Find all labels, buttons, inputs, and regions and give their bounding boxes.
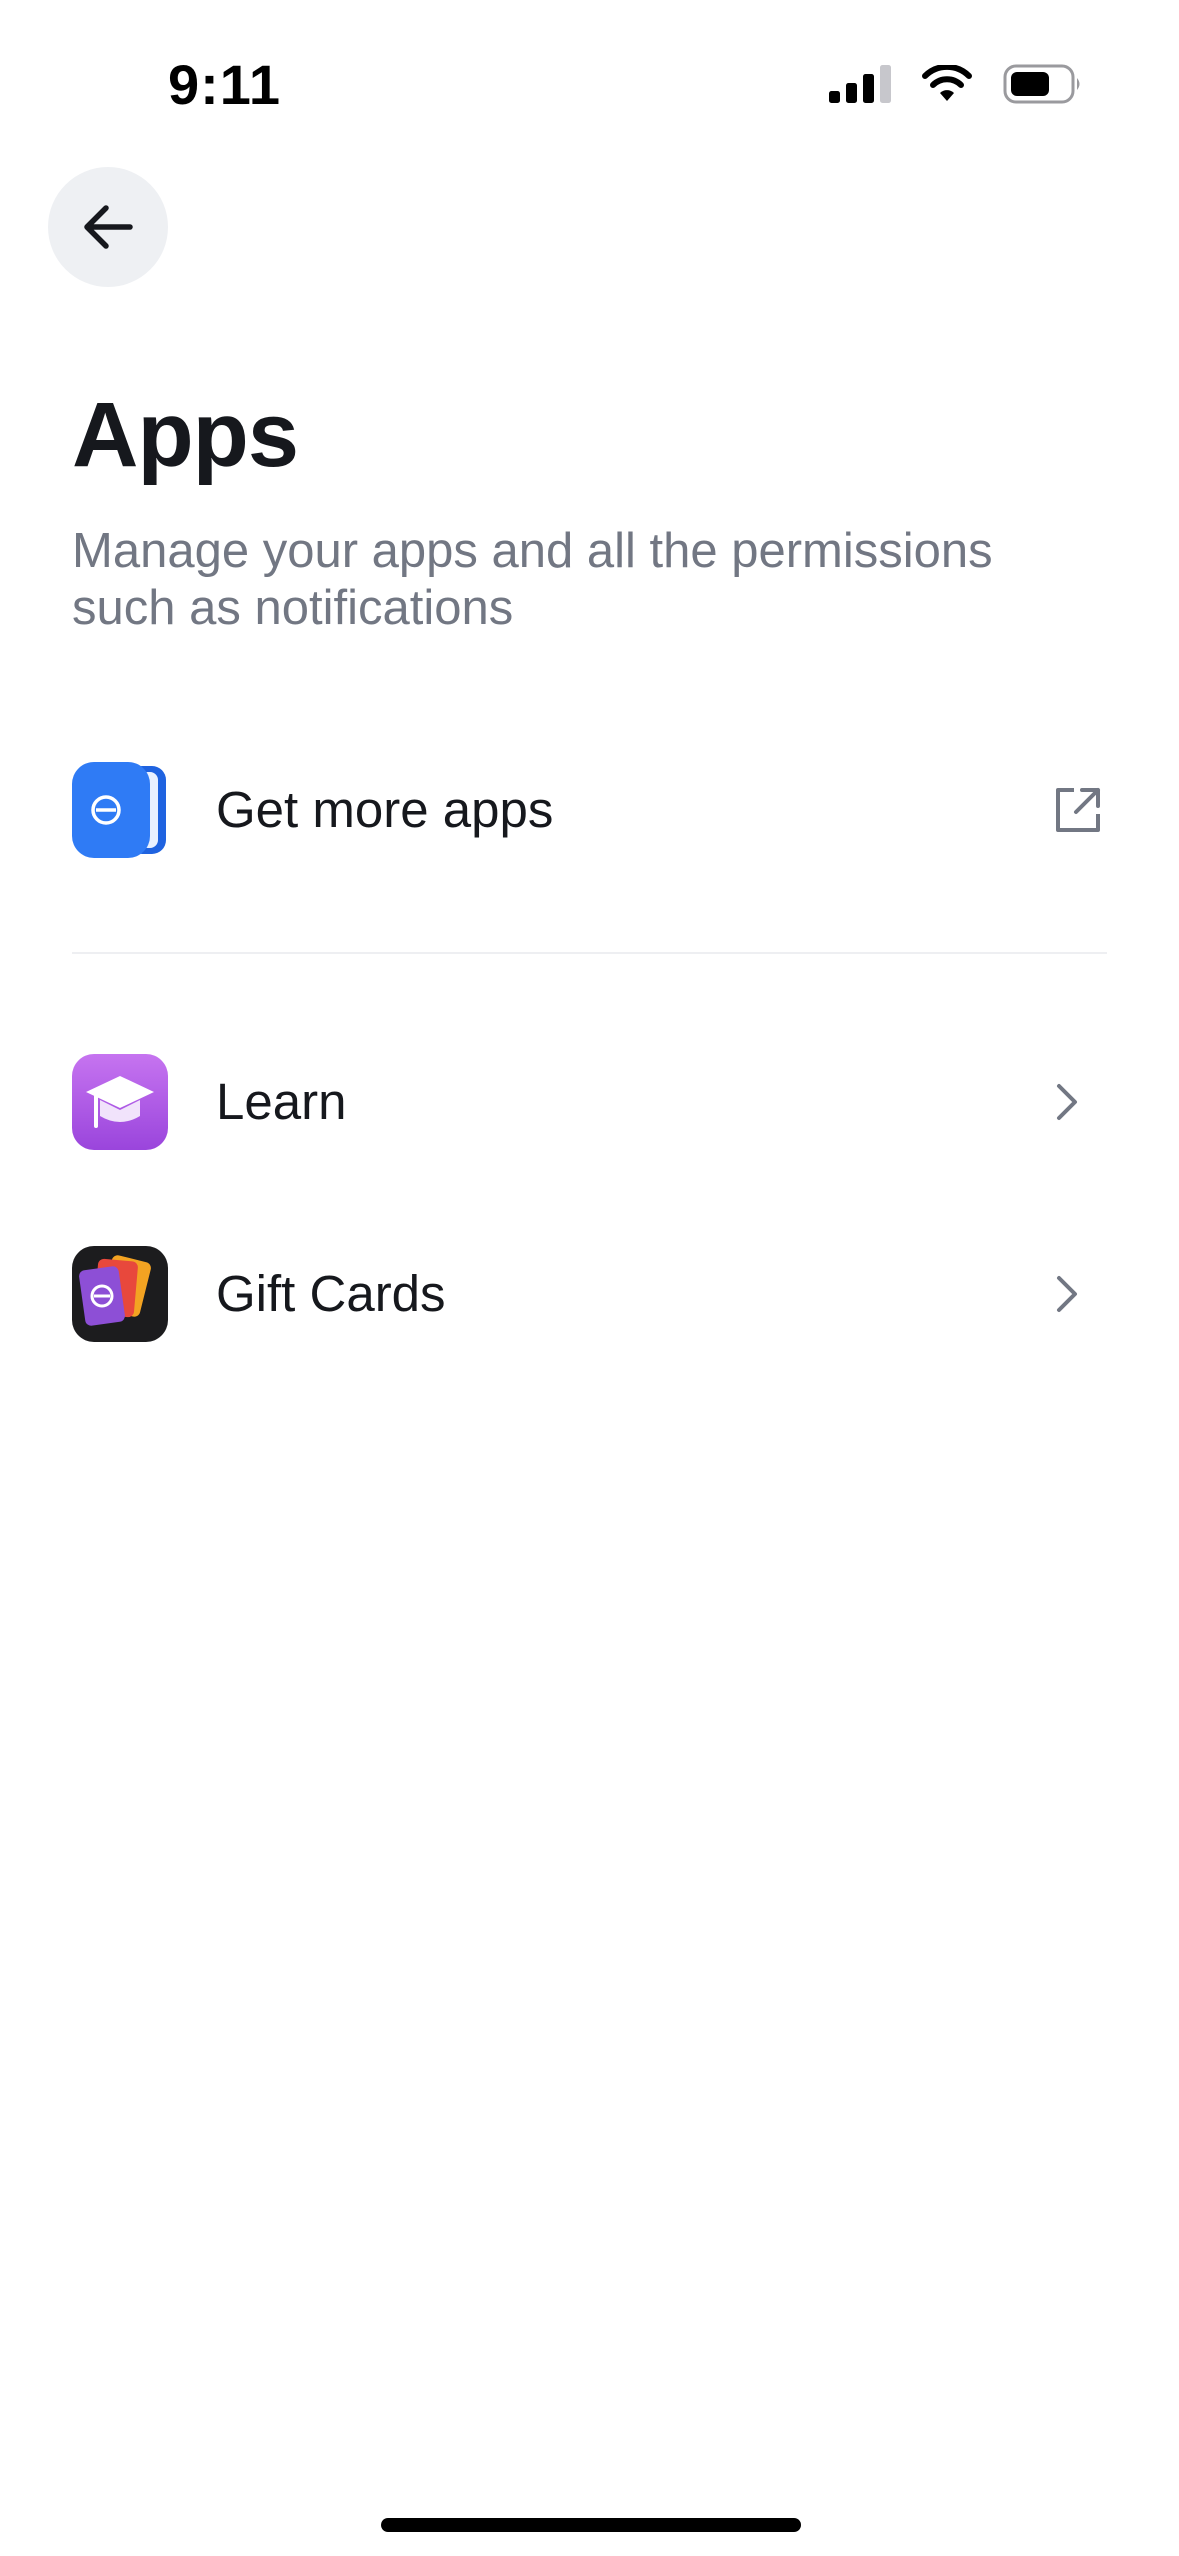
arrow-left-icon [84, 205, 133, 249]
signal-icon [829, 65, 891, 103]
external-link-wrap [1052, 762, 1104, 858]
battery-icon [1003, 64, 1080, 104]
chevron-right-icon [1057, 1084, 1077, 1120]
status-time: 9:11 [168, 53, 281, 116]
page-subtitle: Manage your apps and all the permissions… [72, 524, 993, 635]
external-link-icon [1056, 788, 1100, 832]
app-row-gift-cards[interactable]: Gift Cards [72, 1246, 1107, 1342]
app-row-learn[interactable]: Learn [72, 1054, 1107, 1150]
chevron-wrap-learn [1052, 1054, 1082, 1150]
gift-cards-icon [72, 1246, 168, 1342]
home-indicator[interactable] [381, 2518, 801, 2532]
chevron-wrap-gift-cards [1052, 1246, 1082, 1342]
page-title: Apps [72, 384, 299, 486]
chevron-right-icon [1057, 1276, 1077, 1312]
app-label-learn: Learn [216, 1073, 347, 1130]
status-icons [829, 64, 1083, 104]
app-label-gift-cards: Gift Cards [216, 1265, 446, 1322]
wifi-icon [922, 65, 972, 101]
get-more-apps-row[interactable]: Get more apps [72, 762, 1107, 858]
wallet-app-icon [72, 762, 166, 858]
back-button[interactable] [48, 167, 168, 287]
status-bar: 9:11 [0, 0, 1179, 170]
get-more-apps-label: Get more apps [216, 781, 554, 838]
section-divider [72, 952, 1107, 954]
graduation-cap-icon [72, 1054, 168, 1150]
